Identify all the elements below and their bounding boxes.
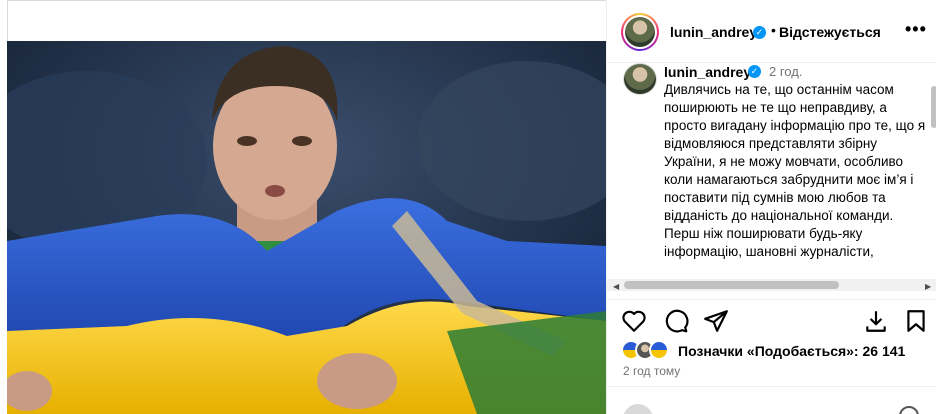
divider [607,386,936,387]
caption-time[interactable]: 2 год. [769,64,802,79]
header-separator: • [771,22,776,38]
scroll-left-arrow-icon[interactable]: ◀ [613,282,619,291]
caption-avatar[interactable] [623,63,657,95]
scroll-right-arrow-icon[interactable]: ▶ [925,282,931,291]
download-icon[interactable] [863,308,889,334]
verified-badge-icon: ✓ [748,65,761,78]
header-avatar-image [625,17,655,47]
header-avatar[interactable] [621,13,659,51]
horizontal-scrollbar-thumb[interactable] [624,281,839,289]
header-avatar-border [623,15,657,49]
post-date[interactable]: 2 год тому [623,364,680,378]
comment-icon[interactable] [663,308,689,334]
caption-username[interactable]: lunin_andrey [664,64,751,80]
more-options-icon[interactable]: ••• [905,20,927,38]
post-side-panel: lunin_andrey ✓ • Відстежується ••• lunin… [606,0,936,414]
emoji-icon[interactable] [899,406,919,414]
post-header: lunin_andrey ✓ • Відстежується ••• [607,0,936,63]
likes-count[interactable]: Позначки «Подобається»: 26 141 [678,343,905,359]
post-image[interactable] [7,41,606,414]
caption-paragraph: Дивлячись на те, що останнім часом пошир… [664,82,926,223]
bookmark-icon[interactable] [903,308,929,334]
caption-text: Дивлячись на те, що останнім часом пошир… [664,81,929,261]
share-icon[interactable] [703,308,729,334]
post-actions-bar [607,299,936,339]
verified-badge-icon: ✓ [753,26,766,39]
commenter-avatar [623,404,653,414]
caption-area: lunin_andrey ✓ 2 год. Дивлячись на те, щ… [607,63,936,293]
following-button[interactable]: Відстежується [779,24,881,40]
player-photo [7,41,606,414]
heart-icon[interactable] [621,308,647,334]
caption-paragraph: Перш ніж поширювати будь-яку інформацію,… [664,226,874,259]
caption-vertical-scrollbar[interactable] [931,86,936,128]
header-username[interactable]: lunin_andrey [670,24,757,40]
likes-row: Позначки «Подобається»: 26 141 [621,340,931,362]
liker-avatar[interactable] [649,340,669,360]
